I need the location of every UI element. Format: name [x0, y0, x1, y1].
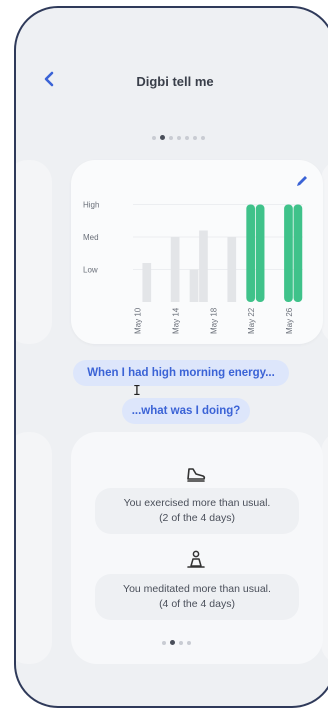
- side-card-left: [16, 160, 52, 344]
- sneaker-icon: [187, 468, 206, 482]
- bar[interactable]: [227, 237, 237, 302]
- text-cursor-icon: I: [133, 384, 141, 399]
- insight-meditation: You meditated more than usual. (4 of the…: [95, 574, 299, 620]
- meditation-icon: [187, 550, 205, 568]
- x-tick-label: May 26: [285, 307, 294, 334]
- bar-highlight[interactable]: [246, 204, 256, 303]
- insights-card: You exercised more than usual. (2 of the…: [71, 432, 323, 664]
- insight-exercise-line2: (2 of the 4 days): [159, 512, 235, 524]
- pager-dot[interactable]: [179, 640, 183, 645]
- pager-dot[interactable]: [201, 135, 205, 140]
- pager-dot[interactable]: [152, 135, 156, 140]
- pager-dots-bottom[interactable]: [162, 640, 191, 645]
- page-title: Digbi tell me: [136, 74, 214, 89]
- question-bubble-2: ...what was I doing?: [122, 398, 250, 424]
- pager-dot[interactable]: [185, 135, 189, 140]
- x-tick-label: May 10: [134, 307, 143, 334]
- bar[interactable]: [189, 269, 199, 303]
- pager-dots-top[interactable]: [152, 135, 205, 140]
- pager-dot[interactable]: [169, 135, 173, 140]
- bar[interactable]: [170, 237, 180, 302]
- bar-highlight[interactable]: [293, 204, 303, 303]
- side-card-left-bottom: [16, 432, 52, 664]
- pager-dot[interactable]: [177, 135, 181, 140]
- pager-dot[interactable]: [160, 135, 165, 140]
- x-tick-label: May 14: [172, 307, 181, 334]
- pager-dot[interactable]: [193, 135, 197, 140]
- pager-dot[interactable]: [170, 640, 175, 645]
- y-level-label: High: [83, 201, 99, 210]
- bar-highlight[interactable]: [255, 204, 265, 303]
- phone-frame: Digbi tell me High Med Low May 10 May 14 May …: [14, 6, 328, 708]
- x-tick-label: May 18: [209, 307, 218, 334]
- insight-meditation-line2: (4 of the 4 days): [159, 598, 235, 610]
- bar-highlight[interactable]: [284, 204, 293, 303]
- y-level-label: Med: [83, 233, 99, 242]
- y-level-label: Low: [83, 266, 98, 275]
- energy-chart-card: High Med Low May 10 May 14 May 18 May 22 May 26: [71, 160, 323, 344]
- x-tick-label: May 22: [247, 307, 256, 334]
- bar[interactable]: [142, 263, 152, 302]
- insight-meditation-line1: You meditated more than usual.: [123, 583, 271, 595]
- insight-exercise-line1: You exercised more than usual.: [123, 497, 271, 509]
- bar[interactable]: [199, 230, 208, 303]
- insight-exercise: You exercised more than usual. (2 of the…: [95, 488, 299, 534]
- pager-dot[interactable]: [187, 640, 191, 645]
- question-bubble-1: When I had high morning energy...: [73, 360, 289, 386]
- energy-chart: High Med Low May 10 May 14 May 18 May 22 May 26: [83, 201, 303, 334]
- pager-dot[interactable]: [162, 640, 166, 645]
- header: Digbi tell me: [16, 8, 328, 103]
